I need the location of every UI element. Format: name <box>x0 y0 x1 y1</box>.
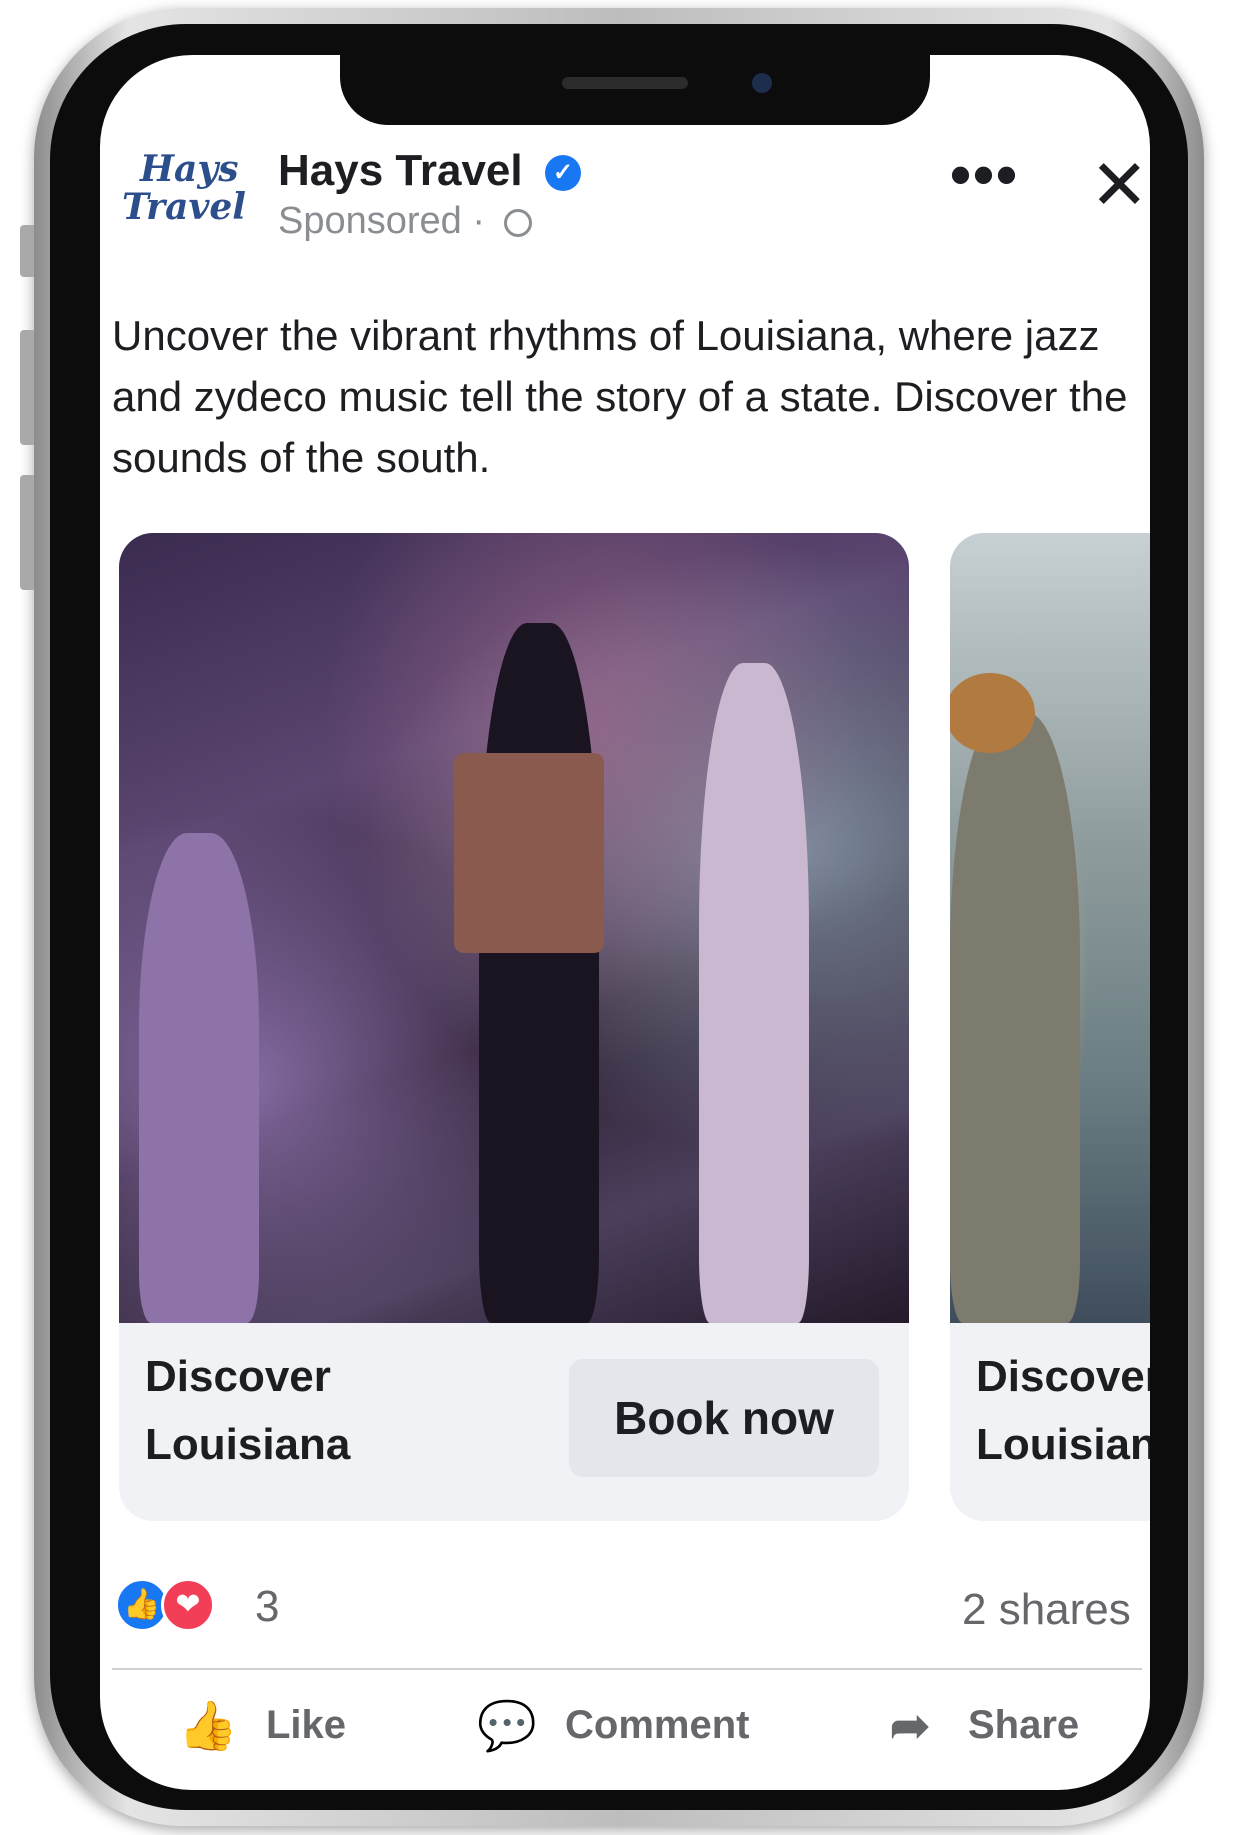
front-camera <box>752 73 772 93</box>
card-title-line-2: Louisiana <box>145 1420 351 1469</box>
comment-button[interactable]: 💬 Comment <box>475 1697 795 1757</box>
logo-line-2: Travel <box>122 186 246 228</box>
book-now-button[interactable]: Book now <box>569 1359 879 1477</box>
verified-badge-icon: ✓ <box>545 155 581 191</box>
performer-silhouette-2 <box>699 663 809 1323</box>
mute-switch <box>20 225 34 277</box>
close-icon[interactable]: ✕ <box>1090 150 1149 220</box>
card-title: Discover Louisiana <box>145 1343 350 1479</box>
washboard-player-silhouette <box>950 713 1080 1323</box>
hays-travel-logo[interactable]: Hays Travel <box>122 150 252 226</box>
card-title: Discover Louisiana <box>976 1343 1150 1479</box>
thumbs-up-icon: 👍 <box>178 1700 238 1753</box>
card-photo-washboard-player[interactable] <box>950 533 1150 1323</box>
more-options-icon[interactable]: ••• <box>950 140 1019 209</box>
share-label: Share <box>968 1703 1080 1747</box>
reaction-count: 3 <box>255 1582 280 1631</box>
volume-up-button <box>20 330 34 445</box>
card-title-line-2: Louisiana <box>976 1420 1150 1469</box>
shares-count[interactable]: 2 shares <box>962 1585 1131 1635</box>
like-label: Like <box>266 1703 347 1747</box>
sponsored-label: Sponsored · <box>278 200 532 243</box>
volume-down-button <box>20 475 34 590</box>
share-arrow-icon: ➦ <box>889 1700 931 1753</box>
guitarist-silhouette <box>139 833 259 1323</box>
like-button[interactable]: 👍 Like <box>176 1697 376 1757</box>
carousel-card-next[interactable]: Discover Louisiana <box>950 533 1150 1521</box>
comment-label: Comment <box>565 1703 750 1747</box>
globe-icon <box>503 209 532 237</box>
post-caption: Uncover the vibrant rhythms of Louisiana… <box>112 312 1128 481</box>
comment-bubble-icon: 💬 <box>477 1700 537 1753</box>
love-reaction-icon: ❤ <box>161 1578 215 1632</box>
washboard-shape <box>454 753 604 953</box>
sponsored-text: Sponsored · <box>278 200 496 242</box>
card-title-line-1: Discover <box>145 1352 331 1401</box>
performer-silhouette <box>479 623 599 1323</box>
page-name[interactable]: Hays Travel <box>278 146 523 196</box>
speaker-grille <box>562 77 688 89</box>
divider <box>112 1668 1142 1670</box>
share-button[interactable]: ➦ Share <box>878 1697 1098 1757</box>
notch <box>340 55 930 125</box>
card-photo-zydeco-band[interactable] <box>119 533 909 1323</box>
carousel-card[interactable]: Discover Louisiana Book now <box>119 533 909 1521</box>
card-title-line-1: Discover <box>976 1352 1150 1401</box>
logo-line-1: Hays <box>140 148 239 190</box>
